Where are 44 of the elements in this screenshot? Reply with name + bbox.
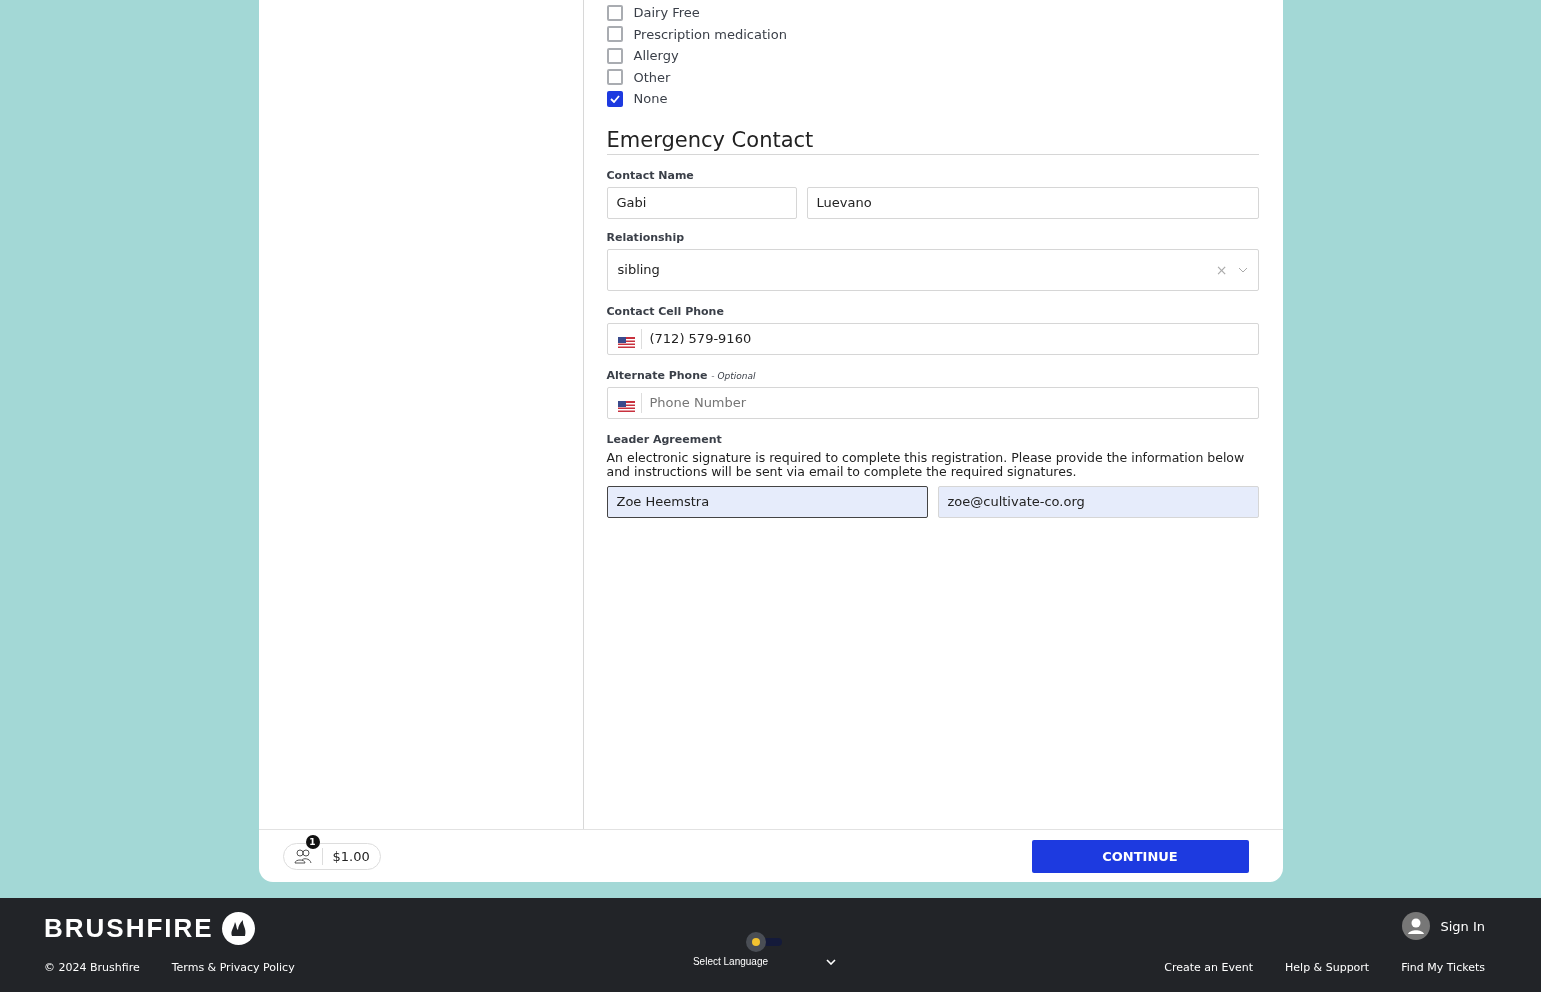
field-label: Alternate Phone - Optional [606, 368, 757, 382]
sign-in-link[interactable]: Sign In [1402, 912, 1485, 940]
field-label: Leader Agreement [606, 432, 723, 446]
chevron-icon [826, 958, 837, 965]
footer-link[interactable]: Find My Tickets [1401, 961, 1485, 974]
checkbox-label: Other [633, 69, 671, 85]
field-label: Contact Name [606, 168, 695, 182]
flag-icon [617, 336, 635, 348]
checkbox[interactable] [606, 47, 623, 64]
checkbox[interactable] [606, 90, 623, 107]
chevron-icon [1237, 266, 1248, 273]
flame-icon [221, 912, 255, 945]
agreement-text: An electronic signature is required to complete this registration. Please provide the information below and instructions will be sent via email to complete the required signatures. [606, 450, 1246, 479]
checkbox-label: Prescription medication [633, 26, 787, 42]
user-icon [1402, 912, 1431, 940]
theme-toggle[interactable] [746, 932, 783, 952]
phone-field[interactable]: (712) 579-9160 [606, 322, 1259, 355]
checkbox[interactable] [606, 26, 623, 43]
field-label: Contact Cell Phone [606, 304, 725, 318]
flag-icon [617, 400, 635, 412]
email-field[interactable]: zoe@cultivate-co.org [937, 485, 1259, 518]
relationship-select[interactable]: sibling × [606, 248, 1259, 291]
checkbox[interactable] [606, 69, 623, 86]
section-heading: Emergency Contact [606, 127, 1259, 155]
checkbox-label: Dairy Free [633, 5, 700, 21]
phone-field[interactable]: Phone Number [606, 386, 1259, 419]
people-icon [293, 848, 312, 864]
checkbox-label: None [633, 91, 668, 107]
language-select[interactable]: Select Language [692, 956, 837, 967]
footer-link[interactable]: Create an Event [1164, 961, 1254, 974]
footer-link[interactable]: Help & Support [1285, 961, 1370, 974]
continue-button[interactable]: CONTINUE [1031, 839, 1249, 873]
cart-total: $1.00 [332, 848, 370, 864]
name-field[interactable]: Zoe Heemstra [606, 485, 928, 518]
check-icon [609, 94, 620, 103]
brand-logo: BRUSHFIRE [44, 913, 214, 944]
last-name-field[interactable]: Luevano [806, 186, 1259, 219]
field-label: Relationship [606, 230, 686, 244]
copyright-text: © 2024 Brushfire [44, 961, 140, 974]
checkbox-label: Allergy [633, 48, 679, 64]
count-badge: 1 [305, 834, 320, 849]
first-name-field[interactable]: Gabi [606, 186, 797, 219]
checkbox[interactable] [606, 4, 623, 21]
terms-link[interactable]: Terms & Privacy Policy [171, 961, 295, 974]
